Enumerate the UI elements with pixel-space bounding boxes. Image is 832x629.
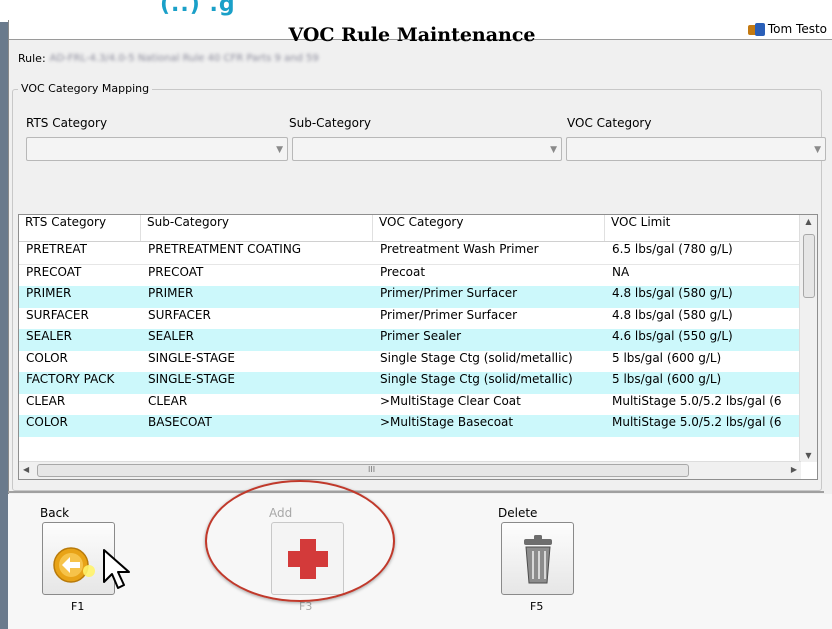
cell-rts-category: COLOR [26,415,68,429]
cell-voc-category: Primer/Primer Surfacer [380,286,518,300]
background-decoration: (..) .g [160,0,236,17]
voc-category-label: VOC Category [567,116,652,130]
cell-rts-category: PRETREAT [26,242,88,256]
cell-voc-limit: 4.8 lbs/gal (580 g/L) [612,286,733,300]
table-row[interactable]: SURFACER SURFACER Primer/Primer Surfacer… [19,308,801,330]
cell-voc-limit: 5 lbs/gal (600 g/L) [612,372,722,386]
back-label: Back [40,506,70,520]
highlight-oval-annotation [205,480,395,602]
cell-sub-category: SEALER [148,329,195,343]
cell-voc-category: Precoat [380,264,426,279]
delete-button[interactable] [501,522,574,595]
column-header-sub-category[interactable]: Sub-Category [141,215,373,241]
cell-sub-category: PRECOAT [148,264,204,279]
table-header: RTS Category Sub-Category VOC Category V… [19,215,801,242]
table-row[interactable]: SEALER SEALER Primer Sealer 4.6 lbs/gal … [19,329,801,351]
scroll-down-icon[interactable]: ▼ [800,451,817,460]
rule-line: Rule: AD-FRL-4.3/4.0-5 National Rule 40 … [18,52,319,65]
rts-category-dropdown[interactable]: ▼ [26,137,288,161]
scroll-up-icon[interactable]: ▲ [800,217,817,226]
cell-sub-category: SINGLE-STAGE [148,350,235,365]
background-strip: (..) .g [0,0,832,22]
cell-rts-category: PRECOAT [26,264,82,279]
cell-sub-category: PRIMER [148,286,194,300]
cell-voc-category: Single Stage Ctg (solid/metallic) [380,372,573,386]
table-row[interactable]: COLOR SINGLE-STAGE Single Stage Ctg (sol… [19,351,801,373]
delete-label: Delete [498,506,538,520]
cell-sub-category: CLEAR [148,393,188,408]
scroll-left-icon[interactable]: ◀ [23,465,29,474]
cell-voc-limit: MultiStage 5.0/5.2 lbs/gal (6 [612,393,782,408]
cell-voc-category: >MultiStage Clear Coat [380,393,521,408]
rule-label: Rule: [18,52,46,65]
voc-mapping-table: RTS Category Sub-Category VOC Category V… [18,214,818,480]
cell-voc-limit: 4.8 lbs/gal (580 g/L) [612,307,733,322]
chevron-down-icon: ▼ [550,145,557,155]
chevron-down-icon: ▼ [814,145,821,155]
back-shortcut-key: F1 [71,600,85,613]
table-row[interactable]: PRIMER PRIMER Primer/Primer Surfacer 4.8… [19,286,801,308]
cell-sub-category: PRETREATMENT COATING [148,242,302,256]
column-header-voc-category[interactable]: VOC Category [373,215,605,241]
cell-voc-limit: NA [612,264,630,279]
cell-rts-category: PRIMER [26,286,72,300]
mouse-cursor-icon [103,549,130,589]
column-header-rts-category[interactable]: RTS Category [19,215,141,241]
cell-voc-limit: 4.6 lbs/gal (550 g/L) [612,329,733,343]
scroll-grip: III [368,465,376,474]
cell-sub-category: BASECOAT [148,415,212,429]
trash-can-icon [524,535,552,584]
vertical-scrollbar[interactable]: ▲ ▼ [799,215,817,462]
cell-voc-limit: 6.5 lbs/gal (780 g/L) [612,242,733,256]
rts-category-label: RTS Category [26,116,108,130]
cell-sub-category: SURFACER [148,307,211,322]
cell-rts-category: COLOR [26,350,68,365]
cell-rts-category: FACTORY PACK [26,372,115,386]
table-row[interactable]: PRETREAT PRETREATMENT COATING Pretreatme… [19,242,801,265]
cell-voc-category: Single Stage Ctg (solid/metallic) [380,350,573,365]
toolbar-divider [8,491,824,493]
cell-rts-category: SEALER [26,329,73,343]
cell-voc-category: Primer Sealer [380,329,462,343]
table-row[interactable]: FACTORY PACK SINGLE-STAGE Single Stage C… [19,372,801,394]
horizontal-scrollbar[interactable]: ◀ III ▶ [19,461,801,479]
cell-rts-category: CLEAR [26,393,66,408]
table-row[interactable]: PRECOAT PRECOAT Precoat NA [19,265,801,287]
rule-value: AD-FRL-4.3/4.0-5 National Rule 40 CFR Pa… [49,53,319,64]
table-row[interactable]: COLOR BASECOAT >MultiStage Basecoat Mult… [19,415,801,437]
cell-sub-category: SINGLE-STAGE [148,372,235,386]
cell-voc-category: >MultiStage Basecoat [380,415,514,429]
cell-voc-limit: MultiStage 5.0/5.2 lbs/gal (6 [612,415,782,429]
cell-rts-category: SURFACER [26,307,89,322]
delete-shortcut-key: F5 [530,600,544,613]
chevron-down-icon: ▼ [276,145,283,155]
scroll-right-icon[interactable]: ▶ [791,465,797,474]
vertical-scroll-thumb[interactable] [803,234,815,298]
voc-category-dropdown[interactable]: ▼ [566,137,826,161]
table-body: PRETREAT PRETREATMENT COATING Pretreatme… [19,242,801,452]
horizontal-scroll-thumb[interactable]: III [37,464,689,477]
cell-voc-limit: 5 lbs/gal (600 g/L) [612,350,722,365]
table-row[interactable]: CLEAR CLEAR >MultiStage Clear Coat Multi… [19,394,801,416]
group-label: VOC Category Mapping [18,82,153,95]
cell-voc-category: Primer/Primer Surfacer [380,307,518,322]
column-header-voc-limit[interactable]: VOC Limit [605,215,801,241]
page-title: VOC Rule Maintenance [288,24,536,46]
cell-voc-category: Pretreatment Wash Primer [380,242,539,256]
sub-category-label: Sub-Category [289,116,371,130]
sub-category-dropdown[interactable]: ▼ [292,137,562,161]
